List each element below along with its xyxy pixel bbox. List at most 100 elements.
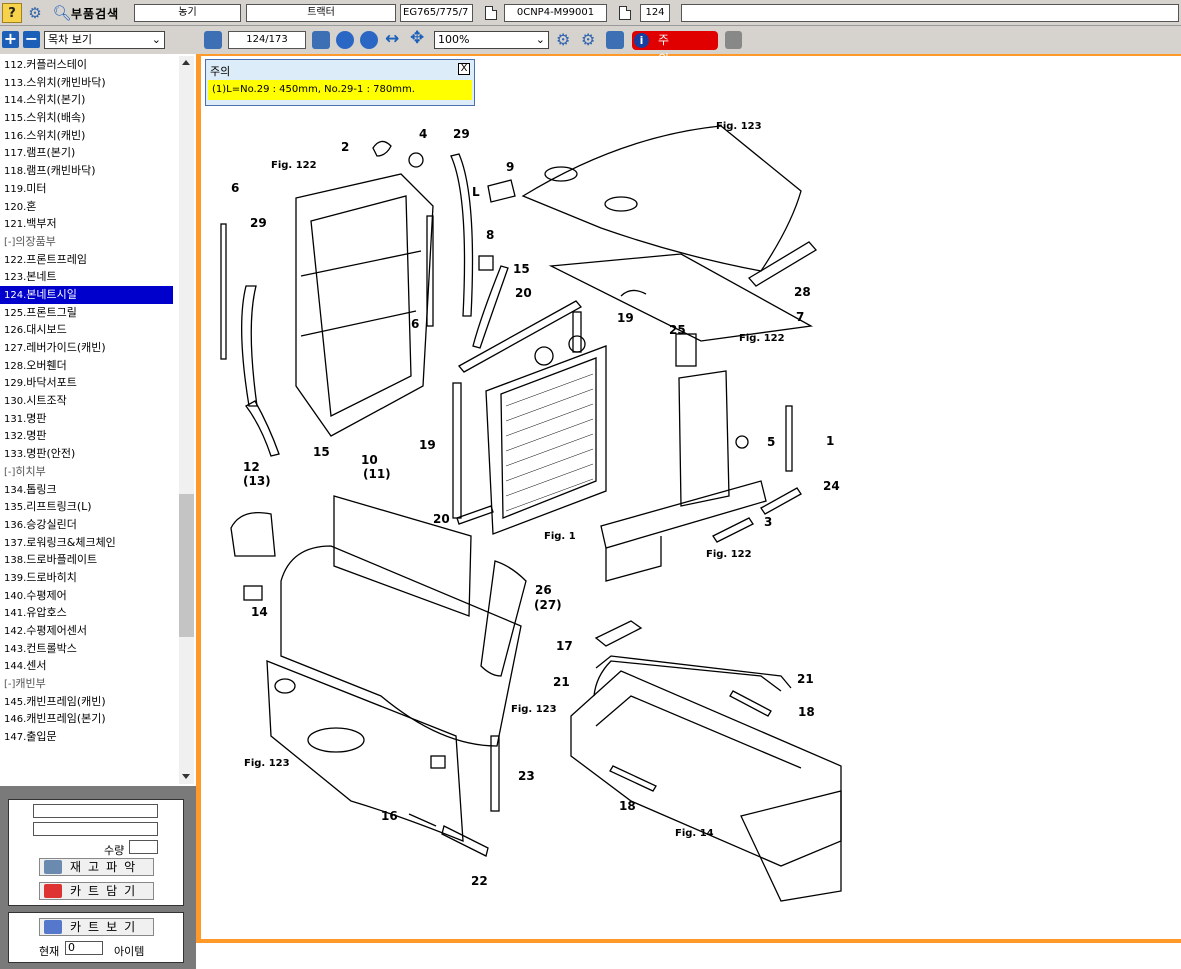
zoom-in-icon[interactable] bbox=[336, 31, 354, 49]
tree-item[interactable]: 129.바닥서포트 bbox=[0, 374, 178, 392]
tree-item[interactable]: 118.램프(캐빈바닥) bbox=[0, 162, 178, 180]
scroll-up-icon[interactable] bbox=[182, 60, 190, 65]
part-number-label[interactable]: 21 bbox=[553, 675, 570, 689]
tree-item[interactable]: 138.드로바플레이트 bbox=[0, 551, 178, 569]
product-field[interactable]: 트랙터 bbox=[246, 4, 396, 22]
part-number-label[interactable]: 10 bbox=[361, 453, 378, 467]
tree-item[interactable]: 113.스위치(캐빈바닥) bbox=[0, 74, 178, 92]
part-number-label[interactable]: 12 bbox=[243, 460, 260, 474]
part-number-label[interactable]: 19 bbox=[419, 438, 436, 452]
help-icon[interactable]: ? bbox=[2, 3, 22, 23]
part-search-button[interactable]: 부품검색 bbox=[71, 5, 119, 22]
document-icon[interactable] bbox=[619, 6, 631, 20]
part-number-label[interactable]: 3 bbox=[764, 515, 772, 529]
part-number-label[interactable]: 25 bbox=[669, 323, 686, 337]
tree-item[interactable]: 146.캐빈프레임(본기) bbox=[0, 710, 178, 728]
page-number-field[interactable]: 124 bbox=[640, 4, 670, 22]
tree-item[interactable]: 141.유압호스 bbox=[0, 604, 178, 622]
part-number-label[interactable]: 18 bbox=[798, 705, 815, 719]
tree-item[interactable]: 132.명판 bbox=[0, 427, 178, 445]
part-number-label[interactable]: 17 bbox=[556, 639, 573, 653]
tree-item[interactable]: 133.명판(안전) bbox=[0, 445, 178, 463]
part-number-label[interactable]: 29 bbox=[453, 127, 470, 141]
category-field[interactable]: 농기 bbox=[134, 4, 241, 22]
part-number-label[interactable]: 6 bbox=[231, 181, 239, 195]
page-indicator[interactable]: 124/173 bbox=[228, 31, 306, 49]
part-number-label[interactable]: 28 bbox=[794, 285, 811, 299]
document-icon[interactable] bbox=[485, 6, 497, 20]
tree-item[interactable]: 117.램프(본기) bbox=[0, 144, 178, 162]
pan-icon[interactable]: ✥ bbox=[410, 28, 424, 48]
part-number-label[interactable]: 9 bbox=[506, 160, 514, 174]
part-number-label[interactable]: 4 bbox=[419, 127, 427, 141]
tree-item[interactable]: 123.본네트 bbox=[0, 268, 178, 286]
tree-item[interactable]: 124.본네트시일 bbox=[0, 285, 173, 304]
tree-item[interactable]: 122.프론트프레임 bbox=[0, 251, 178, 269]
close-icon[interactable]: X bbox=[458, 63, 470, 75]
search-icon[interactable]: 🔍︎ bbox=[52, 3, 72, 23]
tree-item[interactable]: 134.톱링크 bbox=[0, 481, 178, 499]
tree-item[interactable]: 115.스위치(배속) bbox=[0, 109, 178, 127]
tree-item[interactable]: 137.로워링크&체크체인 bbox=[0, 534, 178, 552]
tree-item[interactable]: 145.캐빈프레임(캐빈) bbox=[0, 693, 178, 711]
qty-input[interactable] bbox=[129, 840, 158, 854]
serial-field[interactable]: 0CNP4-M99001 bbox=[504, 4, 607, 22]
view-select[interactable]: 목차 보기 ⌄ bbox=[44, 31, 165, 49]
notice-button[interactable]: i 주 의 bbox=[632, 31, 718, 66]
fit-width-icon[interactable]: ↔ bbox=[385, 29, 399, 49]
part-number-label[interactable]: 15 bbox=[313, 445, 330, 459]
part-number-label[interactable]: (11) bbox=[363, 467, 391, 481]
part-number-label[interactable]: 23 bbox=[518, 769, 535, 783]
tree-item[interactable]: 135.리프트링크(L) bbox=[0, 498, 178, 516]
tree-item[interactable]: 119.미터 bbox=[0, 180, 178, 198]
part-number-label[interactable]: 29 bbox=[250, 216, 267, 230]
tree-item[interactable]: 126.대시보드 bbox=[0, 321, 178, 339]
tree-item[interactable]: 131.명판 bbox=[0, 410, 178, 428]
tree-item[interactable]: 116.스위치(캐빈) bbox=[0, 127, 178, 145]
tree-category[interactable]: [-]의장품부 bbox=[0, 233, 178, 251]
part-number-label[interactable]: 20 bbox=[433, 512, 450, 526]
add-to-cart-button[interactable]: 카트담기 bbox=[39, 882, 154, 900]
tree-item[interactable]: 143.컨트롤박스 bbox=[0, 640, 178, 658]
tree-item[interactable]: 120.혼 bbox=[0, 198, 178, 216]
tree-item[interactable]: 114.스위치(본기) bbox=[0, 91, 178, 109]
previous-page-icon[interactable] bbox=[204, 31, 222, 49]
part-number-label[interactable]: 16 bbox=[381, 809, 398, 823]
collapse-all-button[interactable]: − bbox=[23, 31, 40, 48]
part-number-label[interactable]: 19 bbox=[617, 311, 634, 325]
tree-item[interactable]: 139.드로바히치 bbox=[0, 569, 178, 587]
part-number-label[interactable]: 24 bbox=[823, 479, 840, 493]
model-field[interactable]: EG765/775/7 bbox=[400, 4, 473, 22]
print-icon[interactable] bbox=[725, 31, 742, 49]
part-number-label[interactable]: (27) bbox=[534, 598, 562, 612]
part-name-input[interactable] bbox=[33, 822, 158, 836]
zoom-out-icon[interactable] bbox=[360, 31, 378, 49]
expand-all-button[interactable]: + bbox=[2, 31, 19, 48]
tree-item[interactable]: 144.센서 bbox=[0, 657, 178, 675]
tree-category[interactable]: [-]히치부 bbox=[0, 463, 178, 481]
rotate-left-icon[interactable]: ⚙ bbox=[556, 30, 570, 49]
scroll-thumb[interactable] bbox=[179, 494, 194, 637]
part-number-label[interactable]: 20 bbox=[515, 286, 532, 300]
tree-item[interactable]: 147.출입문 bbox=[0, 728, 178, 746]
tree-item[interactable]: 128.오버휀더 bbox=[0, 357, 178, 375]
tree-item[interactable]: 112.커플러스테이 bbox=[0, 56, 178, 74]
part-number-label[interactable]: 7 bbox=[796, 310, 804, 324]
part-code-input[interactable] bbox=[33, 804, 158, 818]
tree-item[interactable]: 121.백부저 bbox=[0, 215, 178, 233]
description-field[interactable] bbox=[681, 4, 1179, 22]
tree-category[interactable]: [-]캐빈부 bbox=[0, 675, 178, 693]
part-number-label[interactable]: 21 bbox=[797, 672, 814, 686]
part-number-label[interactable]: 22 bbox=[471, 874, 488, 888]
next-page-icon[interactable] bbox=[312, 31, 330, 49]
part-number-label[interactable]: 26 bbox=[535, 583, 552, 597]
tree-item[interactable]: 140.수평제어 bbox=[0, 587, 178, 605]
tree-item[interactable]: 130.시트조작 bbox=[0, 392, 178, 410]
view-cart-button[interactable]: 카트보기 bbox=[39, 918, 154, 936]
tree-item[interactable]: 142.수평제어센서 bbox=[0, 622, 178, 640]
current-count-field[interactable]: 0 bbox=[65, 941, 103, 955]
part-number-label[interactable]: 1 bbox=[826, 434, 834, 448]
rotate-right-icon[interactable]: ⚙ bbox=[581, 30, 595, 49]
part-number-label[interactable]: 18 bbox=[619, 799, 636, 813]
part-number-label[interactable]: 15 bbox=[513, 262, 530, 276]
